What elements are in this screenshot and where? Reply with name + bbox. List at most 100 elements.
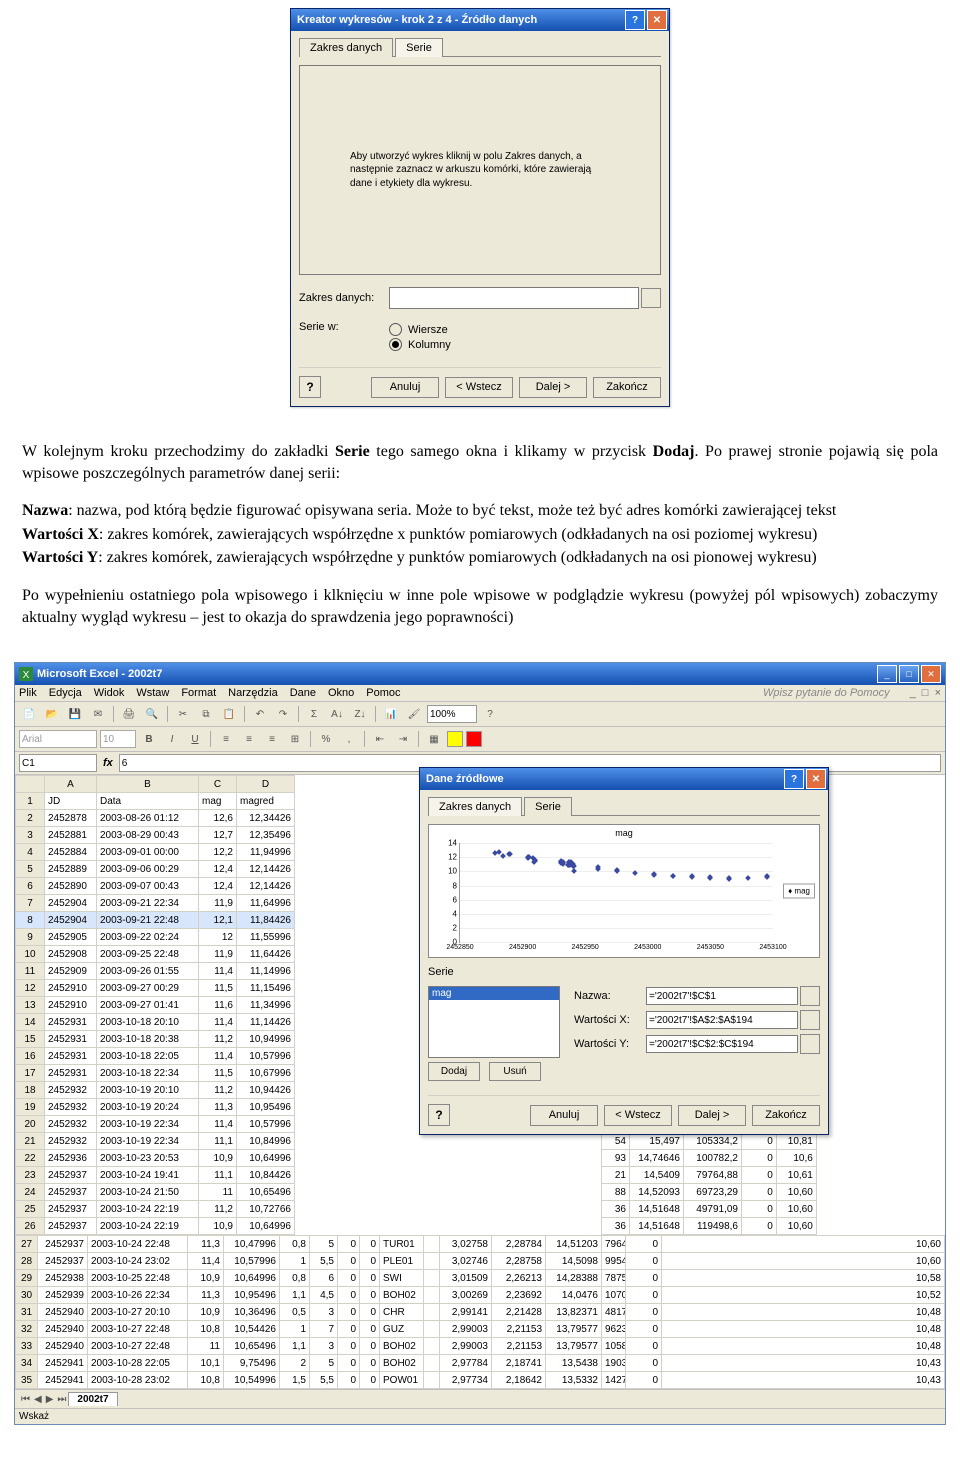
- fill-color-icon[interactable]: [447, 731, 463, 747]
- menu-file[interactable]: Plik: [19, 687, 37, 699]
- next-sheet-icon[interactable]: ▶: [46, 1394, 54, 1405]
- preview-icon[interactable]: 🔍: [142, 704, 162, 724]
- grid-left[interactable]: ABCD 1JDDatamagmagred224528782003-08-26 …: [15, 775, 295, 1235]
- menu-bar: Plik Edycja Widok Wstaw Format Narzędzia…: [15, 685, 945, 702]
- add-series-button[interactable]: Dodaj: [428, 1062, 480, 1081]
- tab-series[interactable]: Serie: [395, 38, 443, 57]
- indent-dec-icon[interactable]: ⇤: [370, 729, 390, 749]
- print-icon[interactable]: 🖨: [119, 704, 139, 724]
- tab-data-range[interactable]: Zakres danych: [428, 797, 522, 816]
- save-icon[interactable]: 💾: [65, 704, 85, 724]
- prev-sheet-icon[interactable]: ◀: [34, 1394, 42, 1405]
- back-button[interactable]: < Wstecz: [604, 1105, 672, 1126]
- menu-tools[interactable]: Narzędzia: [228, 687, 278, 699]
- close-icon[interactable]: ✕: [806, 769, 826, 789]
- italic-icon[interactable]: I: [162, 729, 182, 749]
- y-values-input[interactable]: [646, 1035, 798, 1053]
- font-color-icon[interactable]: [466, 731, 482, 747]
- copy-icon[interactable]: ⧉: [196, 704, 216, 724]
- font-size-input[interactable]: [100, 730, 136, 748]
- first-sheet-icon[interactable]: ⏮: [21, 1394, 30, 1405]
- minimize-icon[interactable]: _: [877, 665, 897, 683]
- range-selector-icon[interactable]: [800, 1034, 820, 1054]
- cut-icon[interactable]: ✂: [173, 704, 193, 724]
- menu-window[interactable]: Okno: [328, 687, 354, 699]
- paste-icon[interactable]: 📋: [219, 704, 239, 724]
- ask-question-box[interactable]: Wpisz pytanie do Pomocy: [763, 687, 890, 699]
- tab-series[interactable]: Serie: [524, 797, 572, 816]
- underline-icon[interactable]: U: [185, 729, 205, 749]
- help-icon[interactable]: ?: [480, 704, 500, 724]
- close-icon[interactable]: ✕: [647, 10, 667, 30]
- grid-full[interactable]: 2724529372003-10-24 22:4811,310,479960,8…: [15, 1235, 945, 1389]
- comma-icon[interactable]: ,: [339, 729, 359, 749]
- menu-data[interactable]: Dane: [290, 687, 316, 699]
- open-icon[interactable]: 📂: [42, 704, 62, 724]
- x-values-input[interactable]: [646, 1011, 798, 1029]
- last-sheet-icon[interactable]: ⏭: [57, 1394, 66, 1405]
- maximize-icon[interactable]: □: [899, 665, 919, 683]
- titlebar: Kreator wykresów - krok 2 z 4 - Źródło d…: [291, 9, 669, 31]
- range-selector-icon[interactable]: [800, 986, 820, 1006]
- remove-series-button[interactable]: Usuń: [489, 1062, 541, 1081]
- tab-data-range[interactable]: Zakres danych: [299, 38, 393, 57]
- fx-icon[interactable]: fx: [103, 757, 113, 769]
- series-name-label: Nazwa:: [574, 990, 646, 1002]
- sort-asc-icon[interactable]: A↓: [327, 704, 347, 724]
- sum-icon[interactable]: Σ: [304, 704, 324, 724]
- sheet-tab-bar: ⏮ ◀ ▶ ⏭ 2002t7: [15, 1389, 945, 1408]
- tab-strip: Zakres danych Serie: [299, 37, 661, 57]
- borders-icon[interactable]: ▦: [424, 729, 444, 749]
- bold-icon[interactable]: B: [139, 729, 159, 749]
- format-toolbar: B I U ≡ ≡ ≡ ⊞ % , ⇤ ⇥ ▦: [15, 727, 945, 752]
- help-icon[interactable]: ?: [625, 10, 645, 30]
- new-icon[interactable]: 📄: [19, 704, 39, 724]
- range-selector-icon[interactable]: [800, 1010, 820, 1030]
- sheet-tab[interactable]: 2002t7: [68, 1392, 117, 1406]
- font-name-input[interactable]: [19, 730, 97, 748]
- sort-desc-icon[interactable]: Z↓: [350, 704, 370, 724]
- context-help-icon[interactable]: ?: [428, 1104, 450, 1126]
- menu-edit[interactable]: Edycja: [49, 687, 82, 699]
- radio-columns[interactable]: Kolumny: [389, 338, 451, 351]
- help-icon[interactable]: ?: [784, 769, 804, 789]
- menu-insert[interactable]: Wstaw: [136, 687, 169, 699]
- radio-rows[interactable]: Wiersze: [389, 323, 451, 336]
- zoom-input[interactable]: [427, 705, 477, 723]
- merge-icon[interactable]: ⊞: [285, 729, 305, 749]
- y-values-label: Wartości Y:: [574, 1038, 646, 1050]
- next-button[interactable]: Dalej >: [678, 1105, 746, 1126]
- name-box[interactable]: [19, 754, 97, 772]
- context-help-icon[interactable]: ?: [299, 376, 321, 398]
- range-selector-icon[interactable]: [641, 288, 661, 308]
- drawing-icon[interactable]: 🖌: [404, 704, 424, 724]
- menu-format[interactable]: Format: [181, 687, 216, 699]
- series-list[interactable]: mag: [428, 986, 560, 1058]
- data-range-input[interactable]: [389, 287, 639, 309]
- finish-button[interactable]: Zakończ: [752, 1105, 820, 1126]
- series-name-input[interactable]: [646, 987, 798, 1005]
- align-center-icon[interactable]: ≡: [239, 729, 259, 749]
- mail-icon[interactable]: ✉: [88, 704, 108, 724]
- cancel-button[interactable]: Anuluj: [530, 1105, 598, 1126]
- close-icon[interactable]: ✕: [921, 665, 941, 683]
- menu-view[interactable]: Widok: [94, 687, 125, 699]
- finish-button[interactable]: Zakończ: [593, 377, 661, 398]
- spreadsheet-grid: ABCD 1JDDatamagmagred224528782003-08-26 …: [15, 775, 945, 1235]
- document-body: W kolejnym kroku przechodzimy do zakładk…: [0, 407, 960, 654]
- excel-window: X Microsoft Excel - 2002t7 _ □ ✕ Plik Ed…: [14, 662, 946, 1425]
- next-button[interactable]: Dalej >: [519, 377, 587, 398]
- chart-title: mag: [429, 825, 819, 838]
- redo-icon[interactable]: ↷: [273, 704, 293, 724]
- indent-inc-icon[interactable]: ⇥: [393, 729, 413, 749]
- currency-icon[interactable]: %: [316, 729, 336, 749]
- align-left-icon[interactable]: ≡: [216, 729, 236, 749]
- cancel-button[interactable]: Anuluj: [371, 377, 439, 398]
- series-item-mag[interactable]: mag: [429, 987, 559, 1000]
- menu-help[interactable]: Pomoc: [366, 687, 400, 699]
- chart-wizard-icon[interactable]: 📊: [381, 704, 401, 724]
- align-right-icon[interactable]: ≡: [262, 729, 282, 749]
- back-button[interactable]: < Wstecz: [445, 377, 513, 398]
- undo-icon[interactable]: ↶: [250, 704, 270, 724]
- series-section-label: Serie: [428, 966, 820, 978]
